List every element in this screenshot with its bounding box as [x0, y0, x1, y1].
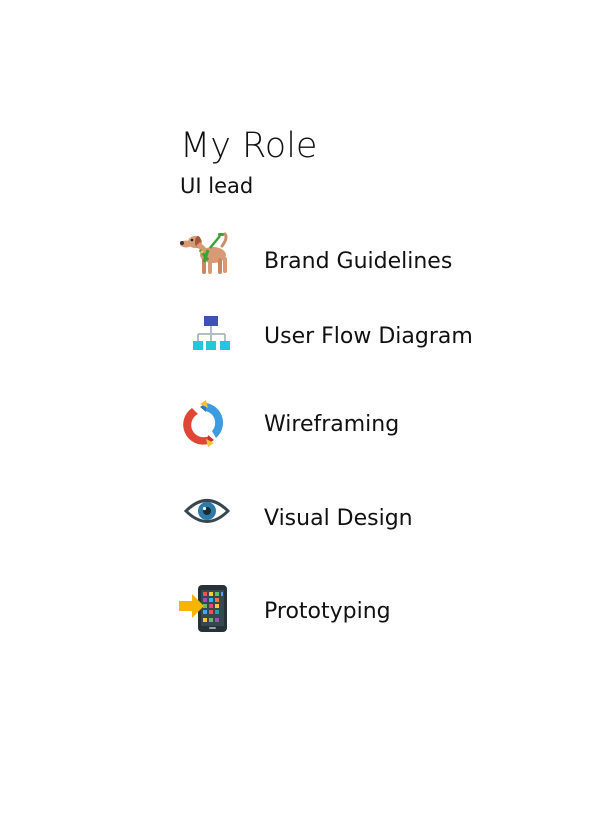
role-label: Prototyping	[264, 599, 391, 624]
role-item-prototyping: Prototyping	[178, 582, 518, 634]
role-item-wireframing: Wireframing	[178, 398, 518, 450]
eye-icon	[178, 488, 232, 540]
hierarchy-diagram-icon	[178, 310, 232, 362]
mobile-arrow-icon	[178, 582, 232, 634]
role-item-visual-design: Visual Design	[178, 488, 518, 540]
role-subtitle: UI lead	[180, 174, 254, 198]
guide-dog-icon	[178, 228, 232, 280]
role-label: Visual Design	[264, 506, 413, 531]
page-title: My Role	[180, 126, 318, 166]
role-label: User Flow Diagram	[264, 324, 473, 349]
sync-arrows-icon	[178, 398, 232, 450]
role-label: Brand Guidelines	[264, 249, 453, 274]
role-item-user-flow-diagram: User Flow Diagram	[178, 310, 518, 362]
role-label: Wireframing	[264, 412, 400, 437]
role-item-brand-guidelines: Brand Guidelines	[178, 228, 518, 280]
